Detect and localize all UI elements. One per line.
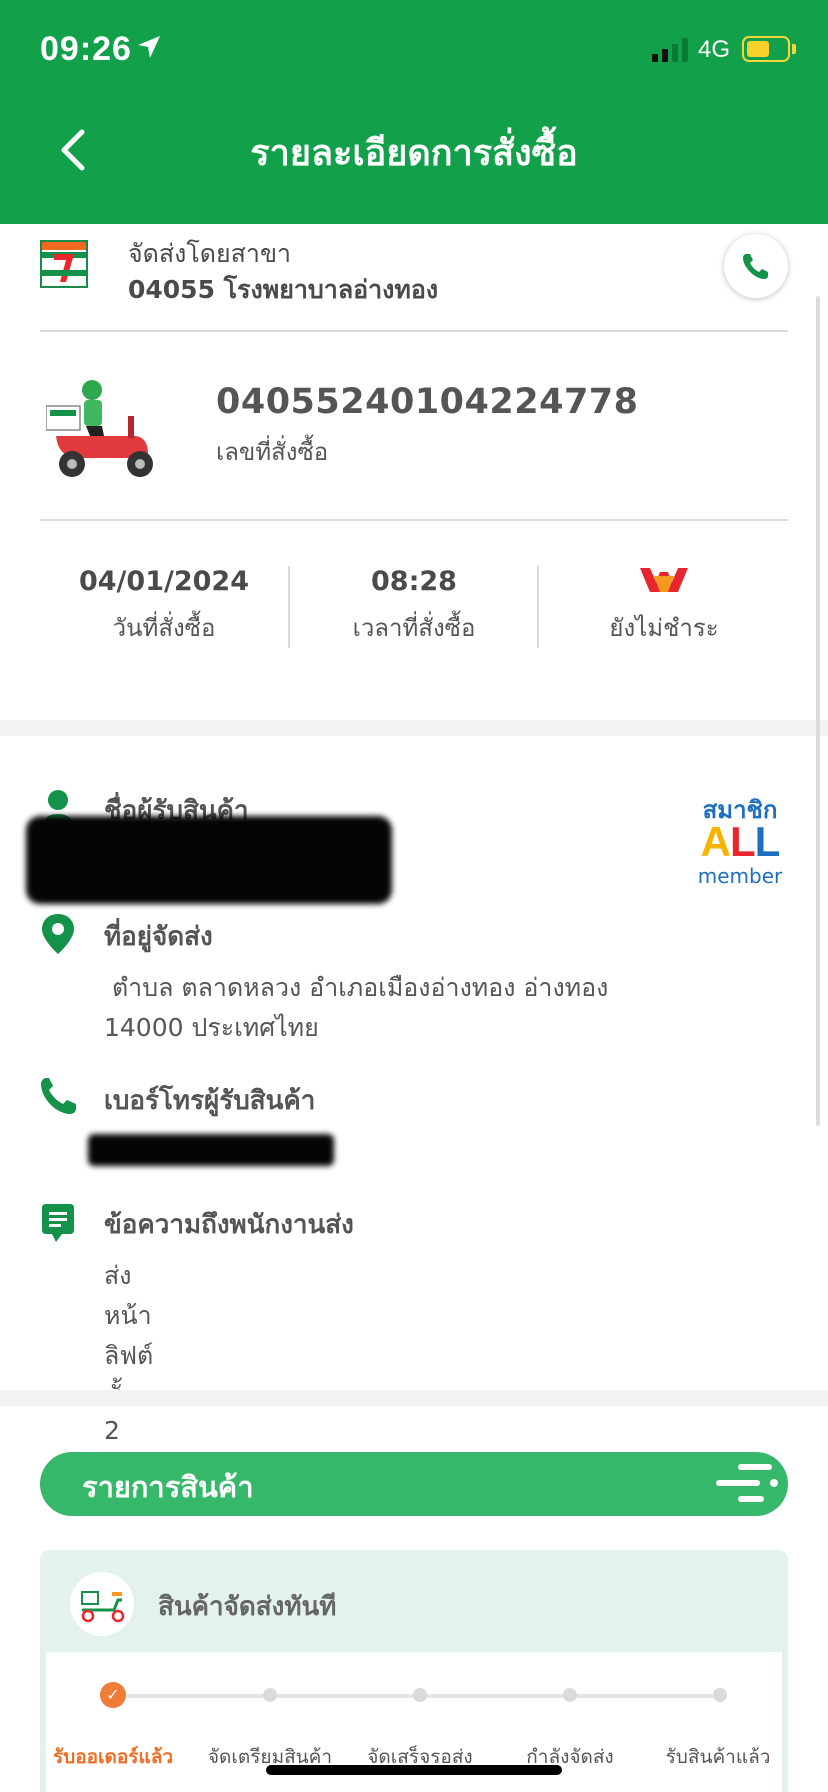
call-branch-button[interactable] (724, 234, 788, 298)
divider (40, 519, 788, 521)
seven-eleven-logo (40, 240, 88, 288)
section-separator (0, 1390, 828, 1406)
address-label: ที่อยู่จัดส่ง (104, 922, 213, 952)
section-separator (0, 720, 828, 736)
step-dot (713, 1688, 727, 1702)
payment-status: ยังไม่ชำระ (609, 614, 719, 642)
battery-cap (792, 44, 796, 54)
location-arrow-icon (138, 36, 160, 58)
home-indicator[interactable] (266, 1765, 562, 1775)
branch-name: 04055 โรงพยาบาลอ่างทอง (128, 275, 439, 304)
branch-section: จัดส่งโดยสาขา 04055 โรงพยาบาลอ่างทอง (0, 224, 828, 334)
step-dot (563, 1688, 577, 1702)
battery-icon (742, 36, 790, 62)
page-title: รายละเอียดการสั่งซื้อ (250, 133, 578, 174)
address-line-1: ตำบล ตลาดหลวง อำเภอเมืองอ่างทอง อ่างทอง (104, 973, 609, 1002)
all-member-bottom: member (697, 864, 783, 888)
all-member-middle: ALL (700, 818, 781, 865)
delivery-status-card: สินค้าจัดส่งทันที ✓ รับออเดอร์แล้ว จัดเต… (40, 1550, 788, 1792)
chat-message-icon (42, 1204, 74, 1242)
delivery-scooter-icon (70, 1572, 134, 1636)
redacted-recipient-name (26, 816, 392, 904)
order-date-label: วันที่สั่งซื้อ (112, 614, 216, 642)
delivery-type: สินค้าจัดส่งทันที (158, 1592, 337, 1622)
message-text: ส่งหน้าลิฟต์ชั้น 2 (104, 1261, 154, 1445)
order-date-column: 04/01/2024 วันที่สั่งซื้อ (40, 566, 288, 647)
header-bar: 09:26 4G รายละเอียดการสั่งซื้อ (0, 0, 828, 224)
all-member-logo: สมาชิก ALL member (690, 790, 790, 890)
message-label: ข้อความถึงพนักงานส่ง (104, 1210, 354, 1240)
order-date: 04/01/2024 (78, 566, 249, 597)
phone-icon (41, 1078, 76, 1114)
order-time-label: เวลาที่สั่งซื้อ (352, 614, 476, 642)
step-label-received: รับออเดอร์แล้ว (52, 1746, 174, 1768)
delivery-rider-icon (46, 380, 153, 477)
items-header: รายการสินค้า (40, 1452, 788, 1516)
step-dot (413, 1688, 427, 1702)
status-time: 09:26 (40, 30, 132, 68)
phone-icon (743, 254, 768, 279)
redacted-phone-number (88, 1134, 334, 1166)
signal-icon (652, 38, 688, 62)
location-pin-icon (42, 914, 74, 954)
step-check-icon: ✓ (100, 1682, 126, 1708)
step-label-delivered: รับสินค้าแล้ว (665, 1746, 771, 1768)
order-number-label: เลขที่สั่งซื้อ (216, 438, 329, 466)
order-time: 08:28 (371, 566, 457, 597)
items-title: รายการสินค้า (82, 1470, 254, 1504)
step-dot (263, 1688, 277, 1702)
address-line-2: 14000 ประเทศไทย (104, 1013, 319, 1042)
payment-column: ยังไม่ชำระ (540, 566, 788, 647)
speed-lines-icon (716, 1464, 778, 1502)
phone-label: เบอร์โทรผู้รับสินค้า (104, 1086, 316, 1116)
branch-label: จัดส่งโดยสาขา (128, 239, 292, 268)
column-separator (537, 566, 539, 648)
truemoney-logo (640, 568, 688, 592)
scrollbar[interactable] (816, 296, 820, 1126)
order-time-column: 08:28 เวลาที่สั่งซื้อ (290, 566, 538, 647)
network-type: 4G (698, 36, 731, 63)
order-number: 04055240104224778 (216, 382, 639, 422)
divider (40, 330, 788, 332)
all-member-top: สมาชิก (702, 796, 778, 824)
